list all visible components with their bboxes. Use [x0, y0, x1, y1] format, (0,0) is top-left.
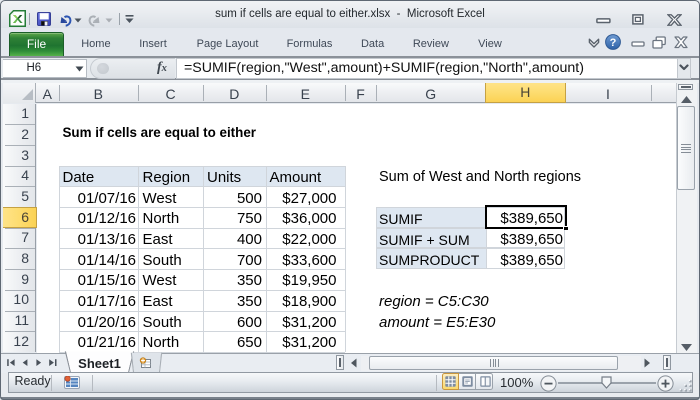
svg-text:?: ?: [609, 37, 616, 49]
